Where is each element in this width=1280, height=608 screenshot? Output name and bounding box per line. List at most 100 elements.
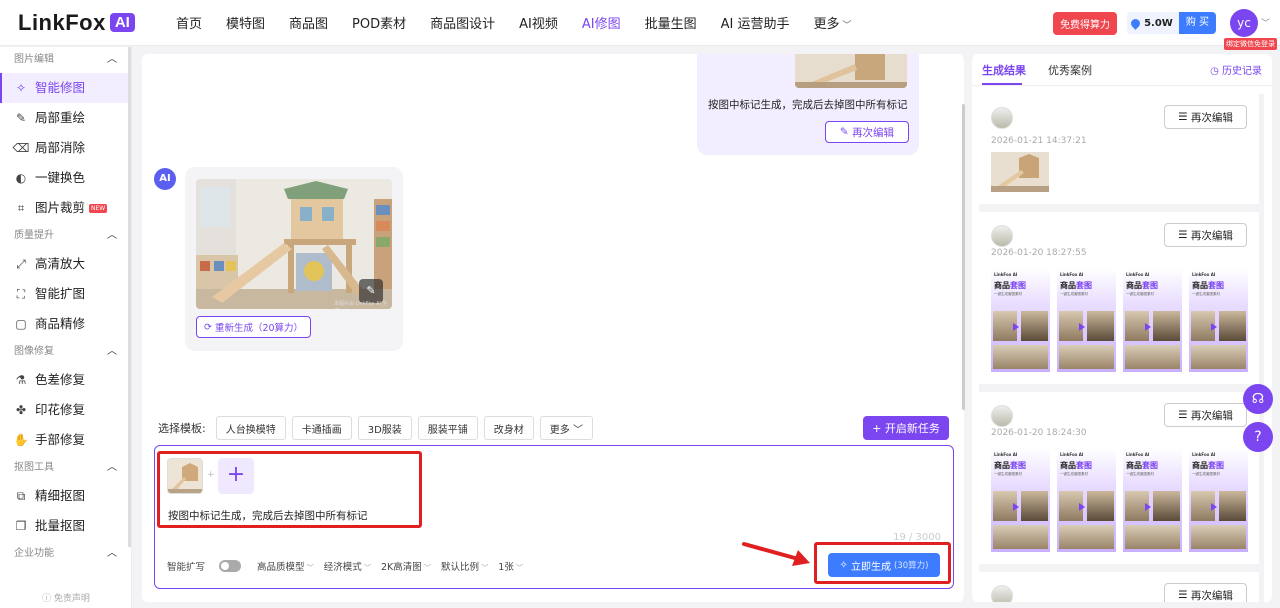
- nav-video[interactable]: AI视频: [519, 13, 558, 32]
- highlight-frame-input: [157, 451, 422, 528]
- result-poster[interactable]: LinkFox AI 商品套图 一键生成套图素材: [1189, 448, 1248, 552]
- sidebar-item-hand-fix[interactable]: ✋ 手部修复: [0, 425, 131, 455]
- template-more[interactable]: 更多 ﹀: [539, 416, 593, 440]
- sidebar-item-outpaint[interactable]: ⛶ 智能扩图: [0, 279, 131, 309]
- template-row: 选择模板: 人台换模特 卡通插画 3D服装 服装平铺 改身材 更多 ﹀: [158, 416, 599, 440]
- user-edit-again-button[interactable]: ✎ 再次编辑: [825, 121, 909, 143]
- chevron-up-icon: ︿: [107, 462, 117, 473]
- sidebar-group-repair[interactable]: 图像修复 ︿: [0, 339, 131, 365]
- power-drop-icon: [1129, 16, 1142, 30]
- avatar[interactable]: yc: [1230, 9, 1258, 37]
- nav-model[interactable]: 模特图: [226, 13, 265, 32]
- nav-assistant[interactable]: AI 运营助手: [721, 13, 790, 32]
- chevron-up-icon: ︿: [107, 230, 117, 241]
- clock-icon: ◷: [1210, 66, 1222, 77]
- chat-scrollbar[interactable]: [962, 104, 965, 410]
- help-icon[interactable]: ?: [1243, 422, 1273, 452]
- result-source-thumb[interactable]: [991, 107, 1013, 129]
- nav-batch[interactable]: 批量生图: [645, 13, 697, 32]
- smart-expand-toggle[interactable]: [219, 560, 242, 572]
- result-image[interactable]: [991, 152, 1049, 192]
- hand-icon: ✋: [13, 433, 29, 447]
- sidebar: 图片编辑 ︿ ✧ 智能修图 ✎ 局部重绘 ⌫ 局部消除 ◐ 一键换色 ⌗ 图片裁剪 NEW 质…: [0, 47, 132, 608]
- nav-more[interactable]: 更多: [814, 13, 852, 32]
- sidebar-item-recolor[interactable]: ◐ 一键换色: [0, 163, 131, 193]
- sidebar-item-product-retouch[interactable]: ▢ 商品精修: [0, 309, 131, 339]
- image-watermark: 本图片由 LinkFox AI 生成: [334, 301, 388, 309]
- result-poster[interactable]: LinkFox AI 商品套图 一键生成套图素材: [1057, 448, 1116, 552]
- ai-avatar: AI: [154, 168, 176, 190]
- nav-design[interactable]: 商品图设计: [430, 13, 495, 32]
- sidebar-item-color-fix[interactable]: ⚗ 色差修复: [0, 365, 131, 395]
- template-flat-lay[interactable]: 服装平铺: [417, 416, 478, 440]
- mode-select[interactable]: 经济模式: [324, 559, 371, 573]
- nav-ai-retouch[interactable]: AI修图: [582, 13, 621, 32]
- result-edit-again-button[interactable]: ☰ 再次编辑: [1164, 583, 1247, 602]
- edit-icon: ✎: [839, 126, 853, 138]
- result-poster[interactable]: LinkFox AI 商品套图 一键生成套图素材: [1123, 448, 1182, 552]
- user-message: 按图中标记生成，完成后去掉图中所有标记 ✎ 再次编辑: [697, 54, 919, 155]
- sidebar-item-pattern-fix[interactable]: ✤ 印花修复: [0, 395, 131, 425]
- result-poster[interactable]: LinkFox AI 商品套图 一键生成套图素材: [1057, 268, 1116, 372]
- template-cartoon[interactable]: 卡通插画: [291, 416, 352, 440]
- prompt-composer[interactable]: + + 按图中标记生成，完成后去掉图中所有标记 19 / 3000 智能扩写 高…: [154, 445, 954, 589]
- headset-support-icon[interactable]: ☊: [1243, 384, 1273, 414]
- result-poster[interactable]: LinkFox AI 商品套图 一键生成套图素材: [1189, 268, 1248, 372]
- template-body-shape[interactable]: 改身材: [483, 416, 534, 440]
- result-poster[interactable]: LinkFox AI 商品套图 一键生成套图素材: [991, 268, 1050, 372]
- buy-button[interactable]: 购 买: [1178, 12, 1216, 34]
- result-edit-again-button[interactable]: ☰ 再次编辑: [1164, 403, 1247, 427]
- template-3d-clothing[interactable]: 3D服装: [357, 416, 412, 440]
- outpaint-icon: ⛶: [16, 287, 26, 301]
- tab-showcase[interactable]: 优秀案例: [1048, 62, 1092, 78]
- logo[interactable]: LinkFox AI: [18, 10, 158, 36]
- sidebar-scrollbar[interactable]: [128, 47, 131, 547]
- result-edit-again-button[interactable]: ☰ 再次编辑: [1164, 223, 1247, 247]
- batch-cutout-icon: ❐: [15, 519, 27, 533]
- tab-results[interactable]: 生成结果: [982, 62, 1026, 78]
- nav-product[interactable]: 商品图: [289, 13, 328, 32]
- result-source-thumb[interactable]: [991, 225, 1013, 247]
- sidebar-group-enterprise[interactable]: 企业功能 ︿: [0, 541, 131, 567]
- chevron-up-icon: ︿: [107, 548, 117, 559]
- results-list: ☰ 再次编辑 2026-01-21 14:37:21 ☰ 再次编辑 2026-0…: [979, 94, 1264, 602]
- result-source-thumb[interactable]: [991, 405, 1013, 427]
- bind-wechat-tag[interactable]: 绑定微信免登录: [1224, 38, 1277, 50]
- result-edit-again-button[interactable]: ☰ 再次编辑: [1164, 105, 1247, 129]
- new-task-button[interactable]: + 开启新任务: [863, 416, 949, 440]
- result-timestamp: 2026-01-20 18:24:30: [991, 428, 1087, 438]
- result-poster[interactable]: LinkFox AI 商品套图 一键生成套图素材: [1123, 268, 1182, 372]
- sidebar-item-erase[interactable]: ⌫ 局部消除: [0, 133, 131, 163]
- result-source-thumb[interactable]: [991, 585, 1013, 602]
- chevron-up-icon: ︿: [107, 54, 117, 65]
- ratio-select[interactable]: 默认比例: [441, 559, 488, 573]
- history-link[interactable]: ◷ 历史记录: [1210, 62, 1262, 77]
- free-power-button[interactable]: 免费得算力: [1053, 11, 1118, 35]
- cutout-icon: ⧉: [16, 489, 26, 503]
- user-prompt-text: 按图中标记生成，完成后去掉图中所有标记: [708, 99, 908, 111]
- template-mannequin[interactable]: 人台换模特: [215, 416, 286, 440]
- sidebar-group-edit[interactable]: 图片编辑 ︿: [0, 47, 131, 73]
- user-menu[interactable]: yc ﹀ 绑定微信免登录: [1224, 0, 1277, 50]
- result-poster[interactable]: LinkFox AI 商品套图 一键生成套图素材: [991, 448, 1050, 552]
- user-reference-image[interactable]: [795, 54, 907, 88]
- ai-result-image[interactable]: ✎ 本图片由 LinkFox AI 生成: [196, 179, 392, 309]
- sidebar-item-repaint[interactable]: ✎ 局部重绘: [0, 103, 131, 133]
- sidebar-group-quality[interactable]: 质量提升 ︿: [0, 223, 131, 249]
- model-select[interactable]: 高品质模型: [257, 559, 314, 573]
- generate-button[interactable]: ✧ 立即生成 (30算力): [828, 553, 940, 577]
- regenerate-button[interactable]: ⟳ 重新生成（20算力）: [196, 316, 311, 338]
- disclaimer-link[interactable]: ⓘ 免责声明: [0, 591, 131, 604]
- sidebar-item-fine-cutout[interactable]: ⧉ 精细抠图: [0, 481, 131, 511]
- nav-home[interactable]: 首页: [176, 13, 202, 32]
- nav-pod[interactable]: POD素材: [352, 13, 406, 32]
- sidebar-group-cutout[interactable]: 抠图工具 ︿: [0, 455, 131, 481]
- resolution-select[interactable]: 2K高清图: [381, 559, 431, 573]
- sidebar-item-crop[interactable]: ⌗ 图片裁剪 NEW: [0, 193, 131, 223]
- generate-cost: (30算力): [894, 561, 929, 571]
- sidebar-item-batch-cutout[interactable]: ❐ 批量抠图: [0, 511, 131, 541]
- sidebar-item-smart-retouch[interactable]: ✧ 智能修图: [0, 73, 131, 103]
- count-select[interactable]: 1张: [498, 559, 523, 573]
- result-card: ☰ 再次编辑 2026-01-20 18:24:30 LinkFox AI 商品套…: [979, 392, 1259, 564]
- sidebar-item-upscale[interactable]: ⤢ 高清放大: [0, 249, 131, 279]
